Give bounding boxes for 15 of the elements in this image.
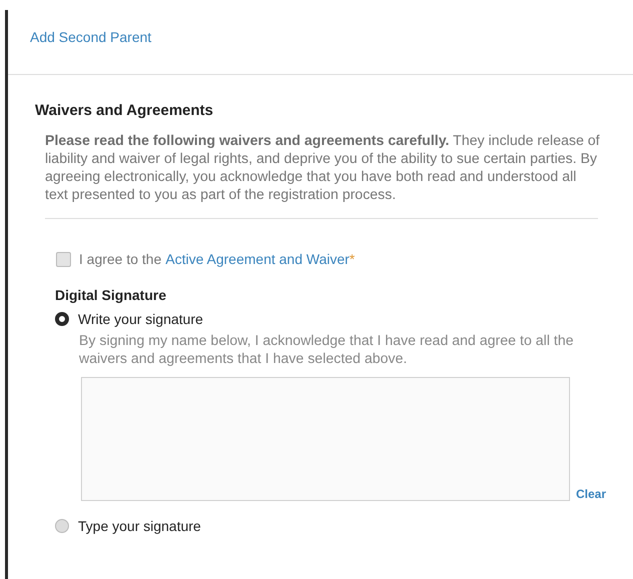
- agree-label: I agree to the: [79, 251, 162, 267]
- agree-checkbox[interactable]: [56, 252, 71, 266]
- signature-description: By signing my name below, I acknowledge that I have read and agree to all the waivers and agreements that I have selected above.: [79, 332, 575, 368]
- add-second-parent-link[interactable]: Add Second Parent: [30, 29, 152, 45]
- intro-paragraph: Please read the following waivers and agreements carefully. They include release of liability and waiver of legal rights, and deprive you of the ability to sue certain parties. By agreeing electronically, you acknowledge that you have both read and understood all text presented to you as part of the registration process.: [45, 132, 600, 204]
- signature-radio[interactable]: [55, 519, 69, 533]
- radio-label: Write your signature: [78, 311, 204, 327]
- section-title: Waivers and Agreements: [35, 102, 214, 119]
- clear-link[interactable]: Clear: [576, 487, 606, 501]
- signature-radio[interactable]: [55, 312, 69, 326]
- signature-heading: Digital Signature: [55, 287, 168, 303]
- agreement-link[interactable]: Active Agreement and Waiver: [166, 251, 350, 267]
- radio-label: Type your signature: [78, 518, 201, 534]
- signature-pad[interactable]: [81, 377, 570, 501]
- required-mark: *: [349, 251, 355, 267]
